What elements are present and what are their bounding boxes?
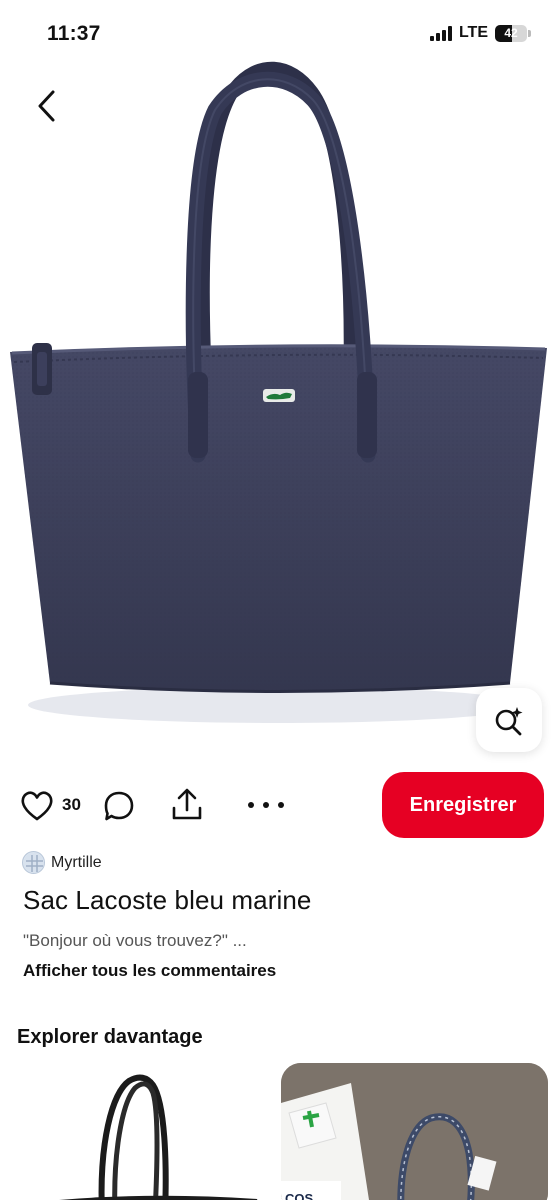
heart-icon [21,791,53,821]
status-time: 11:37 [47,22,101,45]
signal-icon [429,25,452,41]
navy-tote-bag-illustration [10,61,547,723]
battery-level: 42 [504,25,518,40]
dot-icon [278,802,284,808]
status-indicators: LTE 42 [429,24,531,42]
more-options-button[interactable] [248,794,284,816]
battery-icon: 42 [495,24,531,42]
author-name: Myrtille [51,853,102,871]
pin-image[interactable] [0,0,555,765]
like-count: 30 [62,795,81,814]
avatar [22,851,45,874]
network-label: LTE [458,24,488,41]
status-bar: 11:37 LTE 42 [0,0,555,70]
action-bar: 30 Enregistrer [0,768,555,844]
save-button[interactable]: Enregistrer [382,772,544,838]
comment-icon [104,791,134,821]
explore-card[interactable]: COS [281,1063,548,1200]
navy-tote-with-packaging-thumbnail: COS [281,1063,548,1200]
dot-icon [263,802,269,808]
author-link[interactable]: Myrtille [22,851,102,874]
share-button[interactable] [170,787,204,823]
explore-more-heading: Explorer davantage [17,1026,203,1048]
back-button[interactable] [26,86,66,126]
pin-title: Sac Lacoste bleu marine [23,885,312,915]
comment-preview[interactable]: "Bonjour où vous trouvez?" ... [23,931,247,951]
black-tote-bag-thumbnail [7,1063,274,1200]
svg-text:COS: COS [285,1191,314,1200]
show-all-comments-link[interactable]: Afficher tous les commentaires [23,961,276,981]
explore-card[interactable] [7,1063,274,1200]
lens-search-icon [495,707,523,736]
chevron-left-icon [38,90,55,122]
share-icon [172,788,202,820]
comment-button[interactable] [102,789,136,823]
dot-icon [248,802,254,808]
like-button[interactable] [20,790,54,822]
visual-search-button[interactable] [476,688,542,752]
